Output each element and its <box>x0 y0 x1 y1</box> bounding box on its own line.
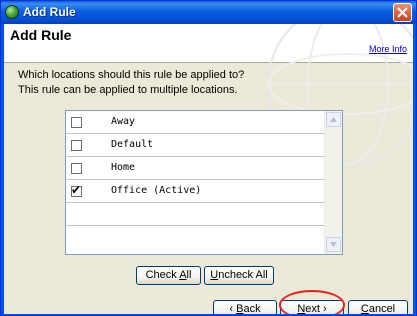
locations-list[interactable]: Away Default Home ✔ Office (Active) <box>65 110 343 255</box>
uncheck-all-label: ncheck All <box>218 269 268 281</box>
list-scrollbar[interactable] <box>324 111 342 254</box>
location-row-empty <box>66 203 325 226</box>
window-title: Add Rule <box>23 5 76 19</box>
cancel-accesskey: C <box>360 303 369 314</box>
next-label: ext › <box>305 303 327 314</box>
location-label: Office (Active) <box>111 185 202 196</box>
scroll-up-arrow-icon <box>330 117 337 122</box>
scroll-up-button[interactable] <box>326 112 341 127</box>
question-text: Which locations should this rule be appl… <box>18 69 245 81</box>
more-info-link[interactable]: More Info <box>369 44 407 54</box>
location-label: Default <box>111 139 154 150</box>
checkbox-away[interactable] <box>71 117 82 128</box>
location-row-office[interactable]: ✔ Office (Active) <box>66 180 325 203</box>
check-all-accesskey: A <box>179 269 187 281</box>
dialog-body: Add Rule More Info Which locations shoul… <box>4 24 413 314</box>
location-label: Home <box>111 162 136 173</box>
check-all-label-b: ll <box>186 269 192 281</box>
check-all-button[interactable]: Check All <box>136 266 201 285</box>
check-all-label-a: Check <box>145 269 180 281</box>
cancel-button[interactable]: Cancel <box>348 300 408 314</box>
location-label: Away <box>111 116 136 127</box>
close-icon <box>397 7 408 18</box>
checkmark-icon: ✔ <box>71 183 82 197</box>
uncheck-all-button[interactable]: Uncheck All <box>204 266 274 285</box>
scroll-down-arrow-icon <box>330 242 337 247</box>
globe-icon <box>5 5 19 19</box>
note-text: This rule can be applied to multiple loc… <box>18 84 238 96</box>
checkbox-home[interactable] <box>71 163 82 174</box>
checkbox-office[interactable]: ✔ <box>71 183 82 197</box>
location-row-away[interactable]: Away <box>66 111 325 134</box>
cancel-label: ancel <box>368 303 396 314</box>
checkbox-default[interactable] <box>71 140 82 151</box>
next-button[interactable]: Next › <box>280 300 344 314</box>
location-row-home[interactable]: Home <box>66 157 325 180</box>
location-row-default[interactable]: Default <box>66 134 325 157</box>
back-label: ack <box>243 303 261 314</box>
uncheck-all-accesskey: U <box>210 269 219 281</box>
dialog-header: Add Rule More Info <box>4 24 413 165</box>
add-rule-window: Add Rule Add Rule More Info Which locati… <box>0 0 417 316</box>
back-button[interactable]: ‹ Back <box>213 300 277 314</box>
title-bar[interactable]: Add Rule <box>1 1 416 24</box>
instructions: Which locations should this rule be appl… <box>18 68 244 98</box>
page-title: Add Rule <box>10 27 72 43</box>
close-button[interactable] <box>393 3 412 22</box>
scroll-down-button[interactable] <box>326 237 341 252</box>
